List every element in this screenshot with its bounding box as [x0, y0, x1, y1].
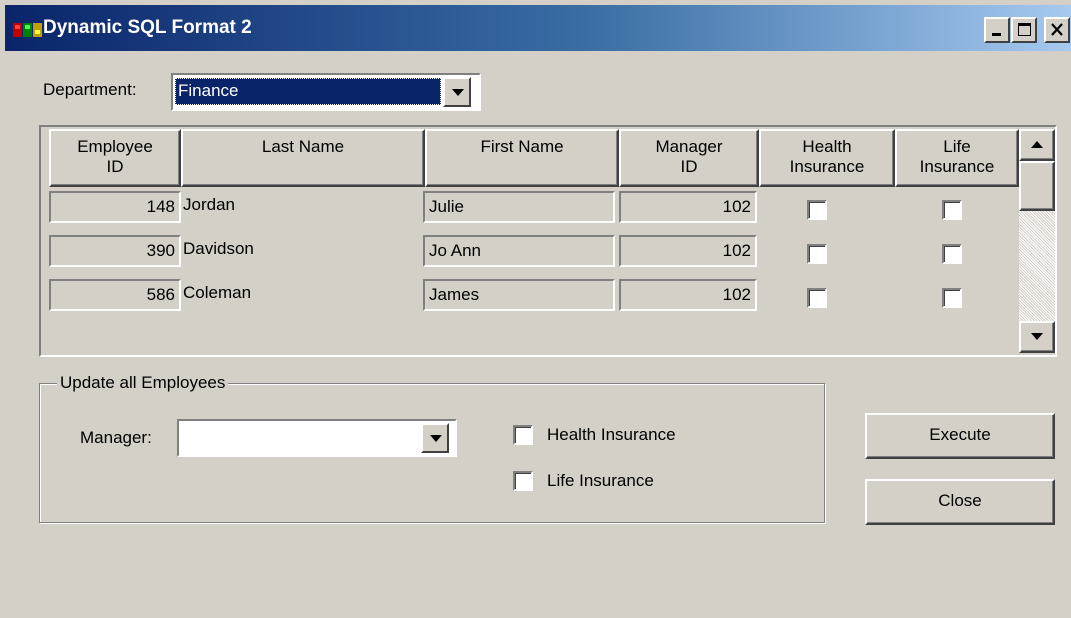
minimize-icon — [992, 33, 1001, 36]
update-life-insurance-label[interactable]: Life Insurance — [547, 471, 654, 491]
title-bar[interactable]: Dynamic SQL Format 2 — [5, 5, 1071, 51]
department-value: Finance — [178, 81, 239, 100]
cell-first-name[interactable]: Julie — [423, 191, 615, 223]
cell-manager-id[interactable]: 102 — [619, 191, 757, 223]
column-header-manager-id[interactable]: Manager ID — [619, 129, 759, 187]
cell-manager-id[interactable]: 102 — [619, 279, 757, 311]
update-health-insurance-checkbox[interactable] — [513, 425, 533, 445]
department-label: Department: — [43, 80, 137, 99]
maximize-button[interactable] — [1011, 17, 1037, 43]
department-dropdown-button[interactable] — [443, 77, 471, 107]
app-icon — [13, 23, 42, 37]
cell-first-name[interactable]: Jo Ann — [423, 235, 615, 267]
manager-label: Manager: — [80, 428, 152, 447]
health-insurance-checkbox[interactable] — [807, 200, 827, 220]
cell-last-name[interactable]: Davidson — [181, 235, 425, 267]
manager-dropdown-button[interactable] — [421, 423, 449, 453]
cell-manager-id[interactable]: 102 — [619, 235, 757, 267]
triangle-up-icon — [1031, 141, 1043, 148]
execute-button[interactable]: Execute — [865, 413, 1055, 459]
scroll-up-button[interactable] — [1019, 129, 1055, 161]
minimize-button[interactable] — [984, 17, 1010, 43]
scroll-thumb[interactable] — [1019, 161, 1055, 211]
grid-vertical-scrollbar[interactable] — [1019, 129, 1055, 353]
triangle-down-icon — [1031, 333, 1043, 340]
group-legend: Update all Employees — [57, 373, 229, 393]
life-insurance-checkbox[interactable] — [942, 200, 962, 220]
health-insurance-checkbox[interactable] — [807, 288, 827, 308]
cell-employee-id[interactable]: 390 — [49, 235, 181, 267]
update-life-insurance-checkbox[interactable] — [513, 471, 533, 491]
main-window: Dynamic SQL Format 2 Department: Finance — [0, 0, 1071, 618]
cell-employee-id[interactable]: 148 — [49, 191, 181, 223]
column-header-life-insurance[interactable]: Life Insurance — [895, 129, 1019, 187]
update-health-insurance-label[interactable]: Health Insurance — [547, 425, 676, 445]
scroll-down-button[interactable] — [1019, 321, 1055, 353]
column-header-health-insurance[interactable]: Health Insurance — [759, 129, 895, 187]
close-button[interactable]: Close — [865, 479, 1055, 525]
health-insurance-checkbox[interactable] — [807, 244, 827, 264]
close-icon — [1051, 23, 1063, 36]
column-header-last-name[interactable]: Last Name — [181, 129, 425, 187]
close-window-button[interactable] — [1044, 17, 1070, 43]
chevron-down-icon — [452, 89, 464, 96]
cell-employee-id[interactable]: 586 — [49, 279, 181, 311]
life-insurance-checkbox[interactable] — [942, 244, 962, 264]
department-dropdown[interactable]: Finance — [171, 73, 481, 111]
maximize-icon — [1018, 23, 1031, 36]
department-selection: Finance — [175, 78, 441, 105]
cell-first-name[interactable]: James — [423, 279, 615, 311]
window-title: Dynamic SQL Format 2 — [43, 17, 252, 38]
cell-last-name[interactable]: Jordan — [181, 191, 425, 223]
column-header-employee-id[interactable]: Employee ID — [49, 129, 181, 187]
life-insurance-checkbox[interactable] — [942, 288, 962, 308]
chevron-down-icon — [430, 435, 442, 442]
cell-last-name[interactable]: Coleman — [181, 279, 425, 311]
column-header-first-name[interactable]: First Name — [425, 129, 619, 187]
manager-dropdown[interactable] — [177, 419, 457, 457]
